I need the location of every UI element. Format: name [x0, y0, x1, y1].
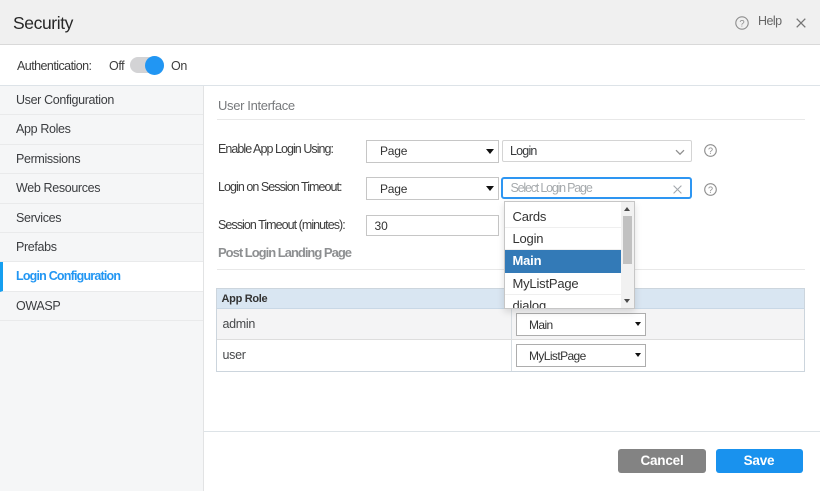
svg-text:?: ?: [707, 185, 712, 195]
svg-text:?: ?: [707, 146, 712, 156]
svg-text:?: ?: [739, 18, 744, 29]
